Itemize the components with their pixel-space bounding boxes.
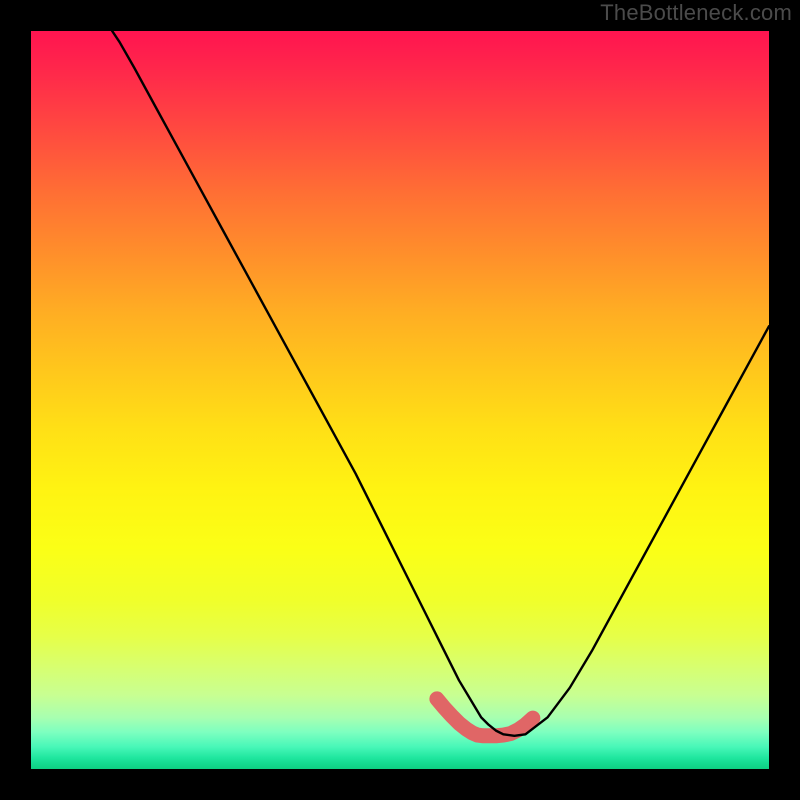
curve-layer xyxy=(31,31,769,769)
valley-highlight xyxy=(437,699,533,736)
plot-area xyxy=(31,31,769,769)
chart-frame: TheBottleneck.com xyxy=(0,0,800,800)
watermark-text: TheBottleneck.com xyxy=(600,0,792,26)
bottleneck-curve xyxy=(112,31,769,736)
